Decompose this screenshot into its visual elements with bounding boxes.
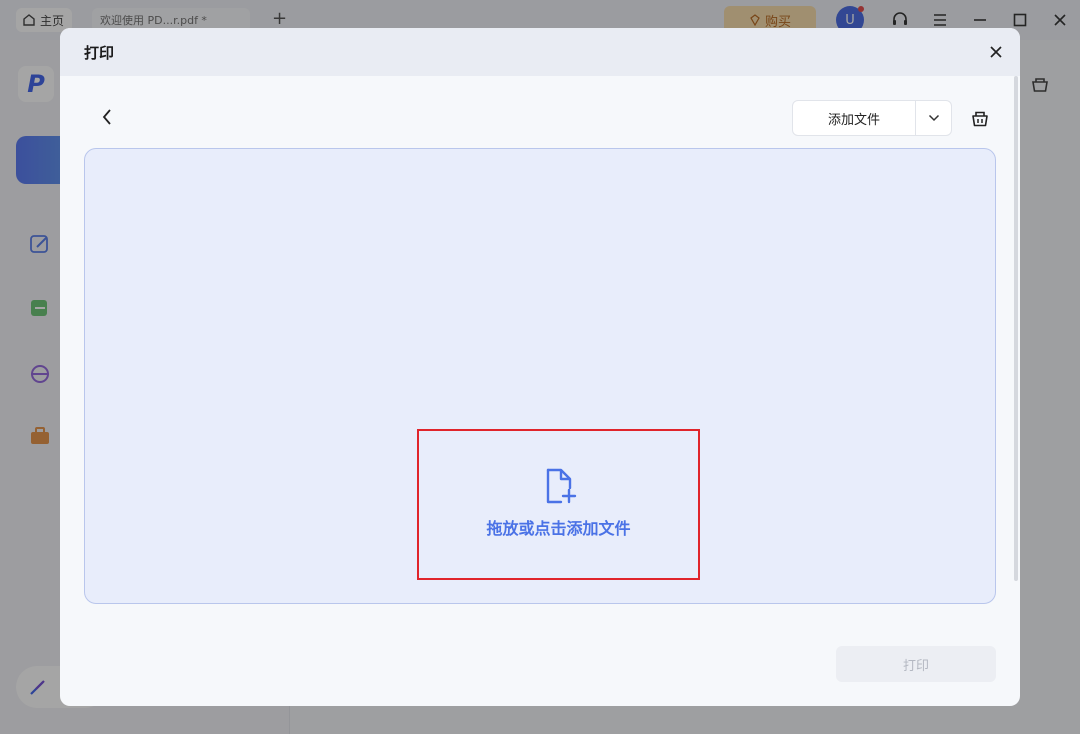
print-dialog: 打印 添加文件 拖放或点击添加文件 打印 bbox=[60, 28, 1020, 706]
clear-files-button[interactable] bbox=[968, 106, 992, 130]
add-file-split-button: 添加文件 bbox=[792, 100, 952, 136]
file-add-icon bbox=[546, 468, 576, 503]
dialog-header: 打印 bbox=[60, 28, 1020, 76]
dialog-title: 打印 bbox=[84, 44, 115, 62]
trash-basket-icon bbox=[972, 111, 988, 127]
add-file-button[interactable]: 添加文件 bbox=[793, 101, 916, 135]
close-icon bbox=[990, 46, 1002, 58]
chevron-left-icon bbox=[102, 109, 111, 125]
dropzone-label: 拖放或点击添加文件 bbox=[486, 518, 631, 538]
back-button[interactable] bbox=[96, 106, 118, 128]
chevron-down-icon bbox=[928, 114, 939, 122]
add-file-dropdown-button[interactable] bbox=[916, 101, 951, 135]
dialog-scrollbar[interactable] bbox=[1014, 76, 1018, 581]
print-button[interactable]: 打印 bbox=[836, 646, 996, 682]
file-dropzone[interactable]: 拖放或点击添加文件 bbox=[84, 148, 996, 604]
dropzone-highlight[interactable]: 拖放或点击添加文件 bbox=[417, 429, 700, 580]
close-button[interactable] bbox=[986, 42, 1006, 62]
